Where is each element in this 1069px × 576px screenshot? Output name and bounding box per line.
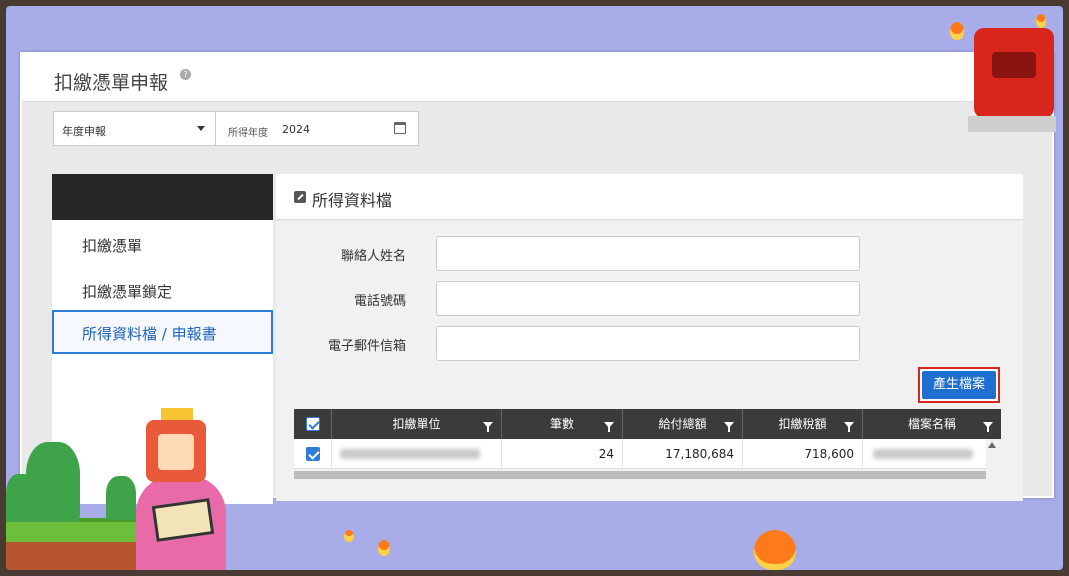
sidebar-item-income-file[interactable]: 所得資料檔 / 申報書 xyxy=(52,310,273,354)
dirt-decoration xyxy=(6,542,156,570)
column-header-label: 檔案名稱 xyxy=(907,417,956,431)
princess-face xyxy=(158,434,194,470)
cell-count: 24 xyxy=(502,439,623,469)
help-icon[interactable]: ? xyxy=(180,69,191,80)
tree-decoration xyxy=(6,474,36,522)
table-row[interactable]: 24 17,180,684 718,600 xyxy=(294,439,986,469)
redacted-text xyxy=(340,449,480,459)
contact-name-input[interactable] xyxy=(436,236,860,271)
generate-file-button[interactable]: 產生檔案 xyxy=(922,371,996,399)
funnel-icon[interactable] xyxy=(844,422,854,432)
sidebar-item-slip-lock[interactable]: 扣繳憑單鎖定 xyxy=(52,270,273,314)
filter-bar: 年度申報 所得年度 2024 xyxy=(53,111,419,146)
declaration-type-value: 年度申報 xyxy=(62,125,106,138)
scroll-up-icon[interactable] xyxy=(988,442,996,448)
funnel-icon[interactable] xyxy=(983,422,993,432)
monster-face xyxy=(992,52,1036,78)
section-header: 所得資料檔 xyxy=(276,174,1023,220)
chevron-down-icon xyxy=(197,126,205,131)
cell-file-name xyxy=(863,439,986,469)
column-header-label: 扣繳稅額 xyxy=(778,417,827,431)
flame-icon xyxy=(378,540,390,556)
calendar-icon[interactable] xyxy=(394,122,406,134)
redacted-text xyxy=(873,449,973,459)
main-panel: 聯絡人姓名 電話號碼 電子郵件信箱 產生檔案 扣繳單位 筆數 給付總額 扣繳稅額… xyxy=(276,221,1023,501)
data-grid: 扣繳單位 筆數 給付總額 扣繳稅額 檔案名稱 24 17,180,684 718… xyxy=(294,409,1001,469)
funnel-icon[interactable] xyxy=(483,422,493,432)
select-all-checkbox[interactable] xyxy=(306,417,320,431)
column-header-label: 扣繳單位 xyxy=(392,417,441,431)
flame-icon xyxy=(754,530,796,570)
phone-label: 電話號碼 xyxy=(353,294,406,309)
flame-icon xyxy=(1036,14,1046,28)
funnel-icon[interactable] xyxy=(724,422,734,432)
flame-icon xyxy=(950,22,964,40)
column-header-label: 給付總額 xyxy=(658,417,707,431)
column-header-unit: 扣繳單位 xyxy=(332,409,502,439)
section-title: 所得資料檔 xyxy=(312,191,393,210)
income-year-value: 2024 xyxy=(282,123,310,136)
column-header-file-name: 檔案名稱 xyxy=(863,409,1001,439)
select-all-cell xyxy=(294,409,332,439)
email-label: 電子郵件信箱 xyxy=(327,339,406,354)
phone-input[interactable] xyxy=(436,281,860,316)
crown-icon xyxy=(161,408,193,420)
grid-header: 扣繳單位 筆數 給付總額 扣繳稅額 檔案名稱 xyxy=(294,409,1001,439)
cell-unit xyxy=(332,439,502,469)
column-header-tax-withheld: 扣繳稅額 xyxy=(743,409,863,439)
column-header-total-paid: 給付總額 xyxy=(623,409,743,439)
flame-icon xyxy=(344,530,354,542)
contact-name-label: 聯絡人姓名 xyxy=(340,249,406,264)
page-title: 扣繳憑單申報 xyxy=(54,72,169,94)
grid-scroll-area xyxy=(294,471,986,479)
income-year-field[interactable]: 所得年度 2024 xyxy=(218,112,418,145)
cell-tax-withheld: 718,600 xyxy=(743,439,863,469)
tree-decoration xyxy=(106,476,136,520)
monster-pedestal xyxy=(968,116,1056,132)
page-header: 扣繳憑單申報 ? xyxy=(22,54,1052,102)
row-select-cell xyxy=(294,439,332,469)
cell-total-paid: 17,180,684 xyxy=(623,439,743,469)
sidebar-item-label: 所得資料檔 / 申報書 xyxy=(82,325,217,343)
generate-file-button-frame: 產生檔案 xyxy=(918,367,1000,403)
sidebar-header xyxy=(52,174,273,220)
email-input[interactable] xyxy=(436,326,860,361)
stage-background: 扣繳憑單申報 ? 年度申報 所得年度 2024 扣繳憑單 扣繳憑單鎖定 所得資料… xyxy=(6,6,1063,570)
row-checkbox[interactable] xyxy=(306,447,320,461)
column-header-label: 筆數 xyxy=(549,417,574,431)
column-header-count: 筆數 xyxy=(502,409,623,439)
funnel-icon[interactable] xyxy=(604,422,614,432)
sidebar-item-withholding-slip[interactable]: 扣繳憑單 xyxy=(52,224,273,268)
declaration-type-select[interactable]: 年度申報 xyxy=(54,112,216,145)
edit-icon xyxy=(294,191,306,203)
sidebar-item-label: 扣繳憑單 xyxy=(82,237,143,255)
sidebar-item-label: 扣繳憑單鎖定 xyxy=(82,283,173,301)
income-year-label: 所得年度 xyxy=(228,128,268,139)
